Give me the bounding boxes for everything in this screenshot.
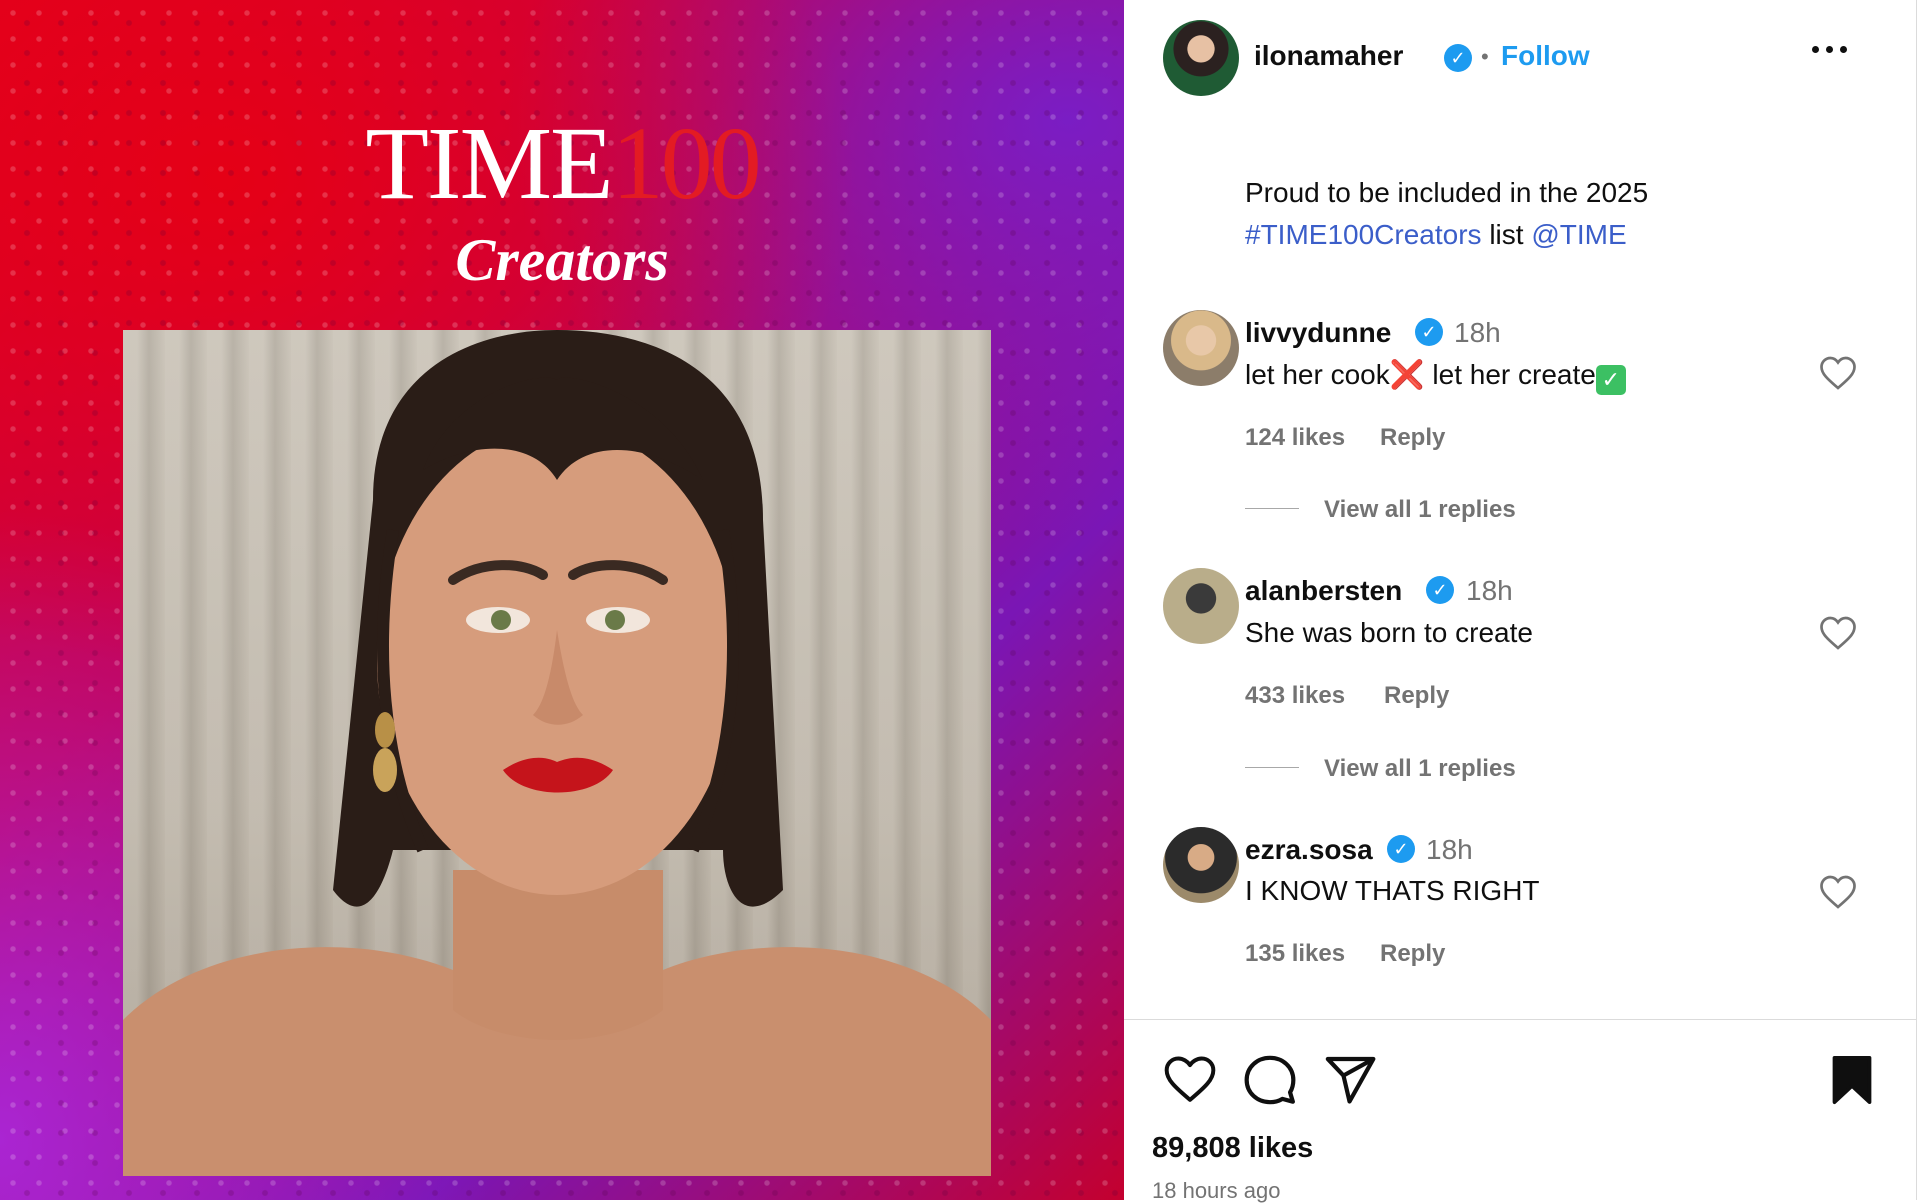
comment-text: let her cook❌ let her create ✓ — [1245, 358, 1626, 395]
check-emoji-icon: ✓ — [1595, 365, 1626, 395]
actions-divider — [1124, 1019, 1916, 1020]
logo-subtitle: Creators — [455, 227, 669, 293]
heart-icon[interactable] — [1820, 616, 1856, 650]
comment-text: I KNOW THATS RIGHT — [1245, 875, 1540, 906]
comment-time: 18h — [1466, 575, 1513, 606]
verified-badge-icon: ✓ — [1387, 835, 1415, 863]
view-replies-button[interactable]: View all 1 replies — [1324, 496, 1516, 524]
mention-link[interactable]: @TIME — [1531, 219, 1626, 250]
verified-badge-icon: ✓ — [1426, 576, 1454, 604]
reply-button[interactable]: Reply — [1380, 940, 1445, 968]
post-sidebar: ilonamaher ✓ • Follow Proud to be includ… — [1124, 0, 1920, 1203]
comment-icon[interactable] — [1242, 1052, 1298, 1108]
comment-likes[interactable]: 433 likes — [1245, 682, 1345, 710]
share-icon[interactable] — [1322, 1052, 1378, 1108]
comment-likes[interactable]: 124 likes — [1245, 424, 1345, 452]
bookmark-icon[interactable] — [1824, 1052, 1880, 1108]
comment-text: She was born to create — [1245, 617, 1533, 648]
author-username[interactable]: ilonamaher — [1254, 40, 1403, 72]
total-likes[interactable]: 89,808 likes — [1152, 1132, 1313, 1165]
author-avatar[interactable] — [1163, 20, 1239, 96]
heart-icon[interactable] — [1820, 356, 1856, 390]
post-image[interactable]: TIME100 Creators — [0, 0, 1124, 1200]
commenter-avatar[interactable] — [1163, 310, 1239, 386]
heart-icon[interactable] — [1162, 1052, 1218, 1108]
post-caption: Proud to be included in the 2025 #TIME10… — [1245, 172, 1845, 256]
comment-time: 18h — [1454, 317, 1501, 348]
view-replies-button[interactable]: View all 1 replies — [1324, 755, 1516, 783]
follow-button[interactable]: Follow — [1501, 40, 1590, 72]
comment-text-part: let her create — [1424, 359, 1596, 390]
caption-text: Proud to be included in the 2025 — [1245, 177, 1649, 208]
comment-text-part: let her cook — [1245, 359, 1390, 390]
replies-line — [1245, 767, 1299, 768]
heart-icon[interactable] — [1820, 875, 1856, 909]
logo-word: TIME — [365, 106, 613, 221]
commenter-avatar[interactable] — [1163, 568, 1239, 644]
replies-line — [1245, 508, 1299, 509]
caption-middle: list — [1481, 219, 1532, 250]
post-timestamp: 18 hours ago — [1152, 1178, 1281, 1203]
verified-badge-icon: ✓ — [1415, 318, 1443, 346]
comment-username[interactable]: alanbersten — [1245, 575, 1402, 607]
portrait-illustration — [123, 330, 991, 1176]
reply-button[interactable]: Reply — [1384, 682, 1449, 710]
panel-border — [1916, 0, 1917, 1200]
separator-dot: • — [1481, 44, 1489, 69]
more-options-icon[interactable] — [1806, 34, 1854, 64]
reply-button[interactable]: Reply — [1380, 424, 1445, 452]
time100-logo: TIME100 Creators — [0, 112, 1124, 293]
comment-time: 18h — [1426, 834, 1473, 865]
hashtag-link[interactable]: #TIME100Creators — [1245, 219, 1482, 250]
commenter-avatar[interactable] — [1163, 827, 1239, 903]
comment-username[interactable]: livvydunne — [1245, 317, 1391, 349]
comment-likes[interactable]: 135 likes — [1245, 940, 1345, 968]
verified-badge-icon: ✓ — [1444, 44, 1472, 72]
comment-username[interactable]: ezra.sosa — [1245, 834, 1373, 866]
logo-number: 100 — [611, 106, 762, 221]
portrait-photo — [123, 330, 991, 1176]
cross-emoji-icon: ❌ — [1389, 359, 1425, 390]
